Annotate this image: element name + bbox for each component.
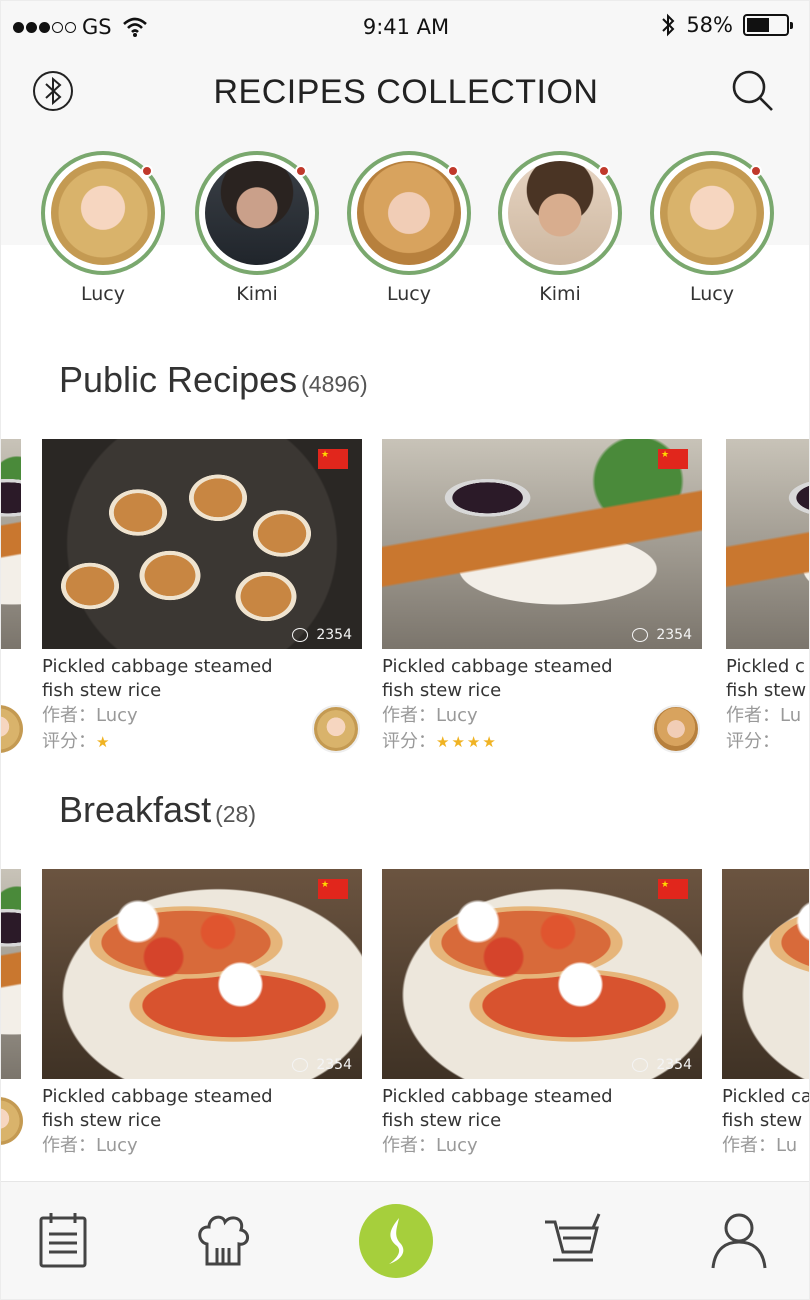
author-avatar[interactable] xyxy=(312,705,360,753)
recipe-card[interactable]: 2354 Pickled cabbage steamed fish stew r… xyxy=(42,869,362,1159)
notification-dot xyxy=(598,165,610,177)
notification-dot xyxy=(141,165,153,177)
recipe-title-line2: fish stew rice xyxy=(382,1110,502,1131)
notification-dot xyxy=(295,165,307,177)
story-name: Kimi xyxy=(236,283,278,305)
notification-dot xyxy=(447,165,459,177)
story-name: Lucy xyxy=(387,283,431,305)
recipe-title: Pickled cabbage steamed xyxy=(42,1086,273,1107)
star-rating: ★★★★ xyxy=(436,733,498,751)
recipe-title-line2: fish stew xyxy=(722,1110,803,1131)
home-button[interactable] xyxy=(359,1204,433,1278)
recipe-title: Pickled ca xyxy=(722,1086,810,1107)
battery-percent: 58% xyxy=(686,13,733,37)
notification-dot xyxy=(750,165,762,177)
recipe-author: 作者：Lu xyxy=(722,1135,798,1156)
recipe-card[interactable]: 2354 Pickled cabbage steamed fish stew r… xyxy=(42,439,362,755)
flag-icon xyxy=(318,879,348,899)
comment-count: 2354 xyxy=(632,1057,692,1073)
section-count: (4896) xyxy=(301,371,368,397)
recipe-title: Pickled cabbage steamed xyxy=(382,656,613,677)
story-item[interactable]: Lucy xyxy=(647,151,777,305)
recipe-image: 2354 xyxy=(42,439,362,649)
comment-icon xyxy=(292,628,309,642)
chef-hat-icon xyxy=(198,1215,249,1266)
story-name: Kimi xyxy=(539,283,581,305)
comment-count: 2354 xyxy=(632,627,692,643)
avatar xyxy=(195,151,319,275)
recipe-title: Pickled cabbage steamed xyxy=(382,1086,613,1107)
recipe-rating: 评分： xyxy=(726,731,780,752)
avatar xyxy=(498,151,622,275)
tab-bar xyxy=(1,1181,809,1299)
section-title: Public Recipes (4896) xyxy=(59,359,368,401)
avatar xyxy=(41,151,165,275)
author-avatar xyxy=(1,705,23,753)
section-title: Breakfast (28) xyxy=(59,789,256,831)
battery-icon xyxy=(743,14,793,36)
recipe-card[interactable]: Pickled c fish stew 作者：Lu 评分： xyxy=(726,439,809,755)
flag-icon xyxy=(318,449,348,469)
status-bar: GS 9:41 AM 58% xyxy=(1,1,809,53)
recipe-title-line2: fish stew rice xyxy=(42,680,162,701)
recipe-title-line2: fish stew rice xyxy=(42,1110,162,1131)
recipe-image-edge xyxy=(1,869,21,1079)
recipe-title-line2: fish stew rice xyxy=(382,680,502,701)
search-icon[interactable] xyxy=(729,67,777,115)
recipe-title-line2: fish stew xyxy=(726,680,807,701)
recipe-image: 2354 xyxy=(382,869,702,1079)
recipe-card[interactable]: Pickled ca fish stew 作者：Lu xyxy=(722,869,810,1159)
author-avatar[interactable] xyxy=(652,705,700,753)
section-title-text: Public Recipes xyxy=(59,359,298,400)
section-title-text: Breakfast xyxy=(59,789,212,830)
comment-icon xyxy=(632,628,649,642)
avatar xyxy=(650,151,774,275)
comment-count: 2354 xyxy=(292,627,352,643)
recipe-author: 作者：Lucy xyxy=(382,1135,478,1156)
comment-count: 2354 xyxy=(292,1057,352,1073)
tab-profile[interactable] xyxy=(709,1210,769,1270)
story-item[interactable]: Kimi xyxy=(495,151,625,305)
recipe-image: 2354 xyxy=(42,869,362,1079)
story-item[interactable]: Lucy xyxy=(344,151,474,305)
tab-calendar[interactable] xyxy=(33,1210,93,1270)
calendar-icon xyxy=(39,1213,87,1268)
recipe-card[interactable]: 2354 Pickled cabbage steamed fish stew r… xyxy=(382,439,702,755)
story-item[interactable]: Kimi xyxy=(192,151,322,305)
recipe-image xyxy=(722,869,809,1079)
bluetooth-status-icon xyxy=(662,13,675,37)
stories-row: Lucy Kimi Lucy Kimi Lucy xyxy=(1,151,809,321)
leaf-icon xyxy=(389,1218,404,1264)
recipe-title: Pickled cabbage steamed xyxy=(42,656,273,677)
tab-cart[interactable] xyxy=(541,1210,601,1270)
story-name: Lucy xyxy=(81,283,125,305)
page-title: RECIPES COLLECTION xyxy=(213,73,599,111)
flag-icon xyxy=(658,449,688,469)
recipe-image-edge xyxy=(1,439,21,649)
cart-icon xyxy=(545,1213,601,1262)
story-name: Lucy xyxy=(690,283,734,305)
header: RECIPES COLLECTION xyxy=(1,53,809,145)
app-screen: GS 9:41 AM 58% RECIPES COLLECTION Lucy K… xyxy=(0,0,810,1300)
story-item[interactable]: Lucy xyxy=(38,151,168,305)
user-icon xyxy=(711,1213,767,1269)
recipe-image: 2354 xyxy=(382,439,702,649)
author-avatar xyxy=(1,1097,23,1145)
comment-icon xyxy=(292,1058,309,1072)
recipe-card[interactable]: 2354 Pickled cabbage steamed fish stew r… xyxy=(382,869,702,1159)
flag-icon xyxy=(658,879,688,899)
recipe-image xyxy=(726,439,809,649)
star-rating: ★ xyxy=(96,733,112,751)
section-count: (28) xyxy=(215,801,256,827)
status-right: 58% xyxy=(660,13,793,37)
tab-recipes[interactable] xyxy=(193,1210,253,1270)
recipe-author: 作者：Lucy xyxy=(42,1135,138,1156)
recipe-author: 作者：Lu xyxy=(726,705,802,726)
comment-icon xyxy=(632,1058,649,1072)
avatar xyxy=(347,151,471,275)
recipe-title: Pickled c xyxy=(726,656,805,677)
